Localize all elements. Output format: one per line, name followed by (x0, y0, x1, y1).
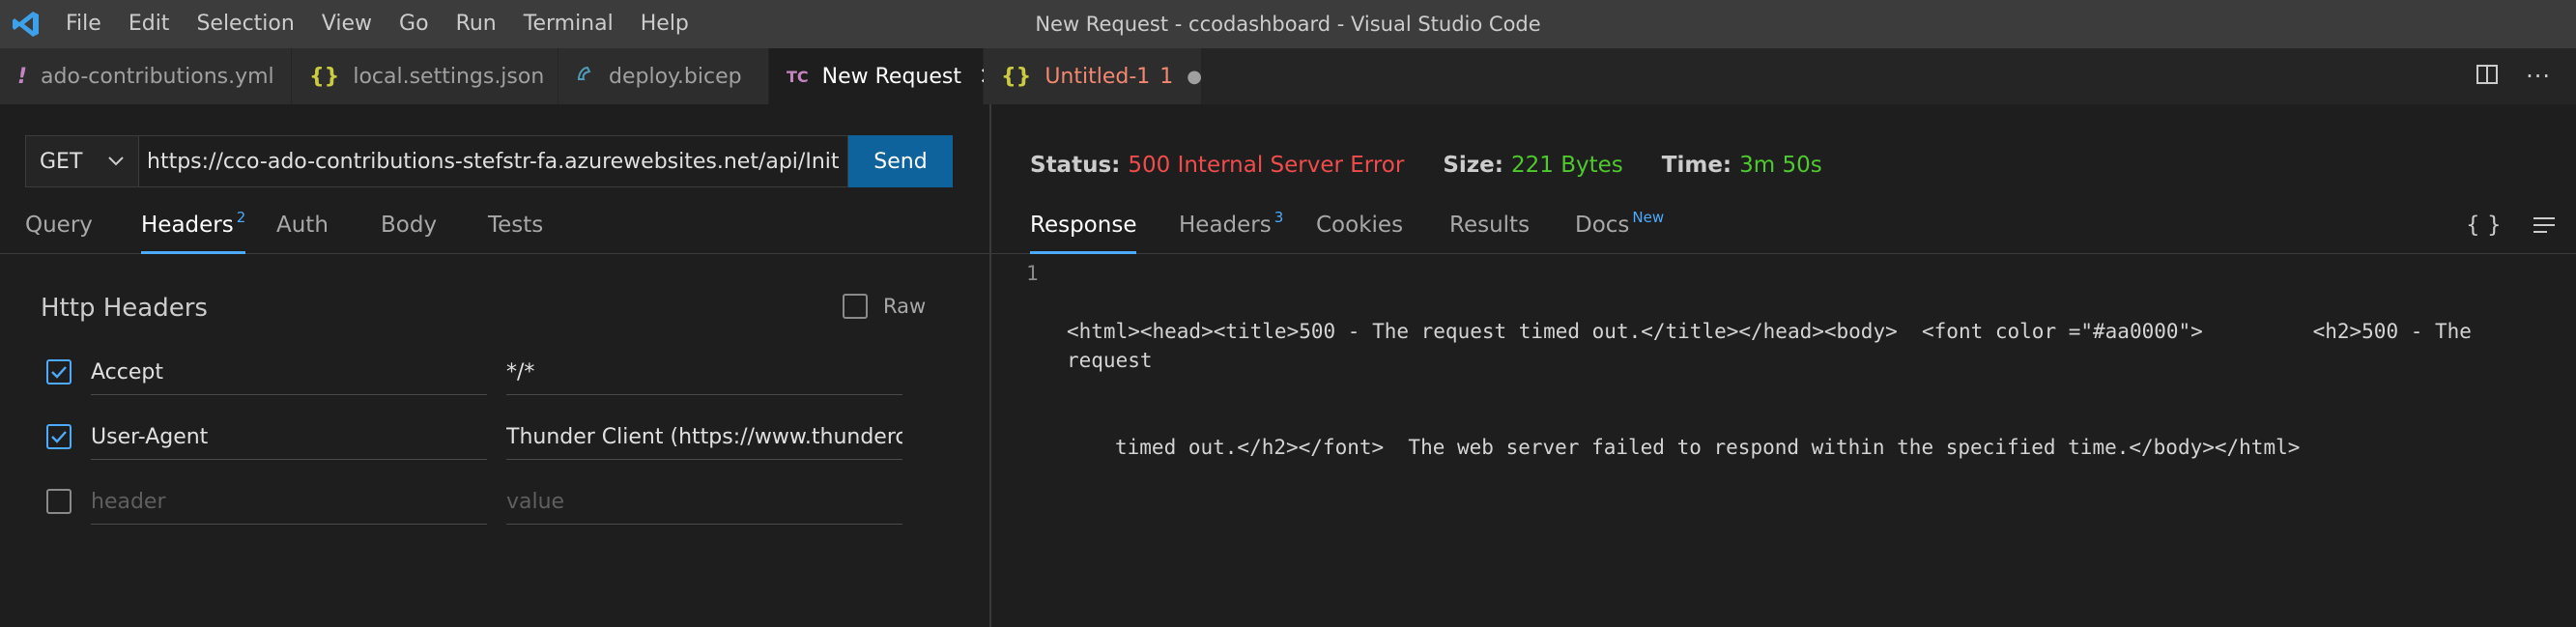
header-enabled-checkbox[interactable] (46, 359, 72, 385)
word-wrap-icon[interactable] (2532, 213, 2557, 253)
request-tabs: Query Headers 2 Auth Body Tests (0, 209, 989, 254)
tab-ado-contributions[interactable]: ! ado-contributions.yml (0, 48, 292, 104)
new-header-row: header value (46, 481, 906, 525)
json-file-icon: {} (309, 64, 340, 89)
header-enabled-checkbox[interactable] (46, 489, 72, 514)
tab-query[interactable]: Query (25, 213, 93, 253)
header-value-input[interactable]: value (506, 481, 902, 525)
tab-body[interactable]: Body (381, 213, 437, 253)
send-button[interactable]: Send (848, 135, 953, 187)
yaml-file-icon: ! (17, 64, 28, 89)
header-key-input[interactable]: Accept (91, 352, 487, 395)
tab-untitled-1[interactable]: {} Untitled-1 1 ● (984, 48, 1202, 104)
tab-label: New Request (821, 64, 961, 89)
new-badge: New (1632, 209, 1665, 226)
tab-tests[interactable]: Tests (488, 213, 543, 253)
response-code-line: <html><head><title>500 - The request tim… (1067, 259, 2560, 520)
tab-label: Untitled-1 (1045, 64, 1151, 89)
tab-label: deploy.bicep (609, 64, 742, 89)
tab-auth[interactable]: Auth (276, 213, 329, 253)
method-value: GET (40, 149, 83, 174)
response-headers-count-badge: 3 (1274, 209, 1284, 226)
menu-run[interactable]: Run (443, 0, 510, 48)
method-select[interactable]: GET (25, 135, 139, 187)
tab-results[interactable]: Results (1449, 213, 1530, 253)
tab-local-settings[interactable]: {} local.settings.json (292, 48, 558, 104)
tab-label: local.settings.json (353, 64, 545, 89)
format-braces-icon[interactable]: { } (2466, 213, 2502, 253)
response-tabs: Response Headers 3 Cookies Results Docs Ne… (991, 209, 2576, 254)
tab-headers-label: Headers (141, 213, 234, 238)
more-actions-icon[interactable]: ··· (2526, 63, 2551, 90)
menu-edit[interactable]: Edit (115, 0, 184, 48)
tab-docs[interactable]: Docs New (1575, 209, 1664, 253)
response-pane: Status: 500 Internal Server Error Size: … (991, 104, 2576, 627)
tab-response[interactable]: Response (1030, 213, 1137, 254)
menu-bar: File Edit Selection View Go Run Terminal… (52, 0, 702, 48)
tab-docs-label: Docs (1575, 213, 1630, 238)
bicep-file-icon (576, 64, 595, 89)
header-row: User-Agent Thunder Client (https://www.t… (46, 416, 906, 460)
menu-file[interactable]: File (52, 0, 115, 48)
tab-label: ado-contributions.yml (41, 64, 274, 89)
menu-selection[interactable]: Selection (183, 0, 307, 48)
header-value-input[interactable]: */* (506, 352, 902, 395)
editor-tab-bar: ! ado-contributions.yml {} local.setting… (0, 48, 2576, 104)
menu-go[interactable]: Go (386, 0, 443, 48)
tab-response-headers-label: Headers (1179, 213, 1272, 238)
title-bar: File Edit Selection View Go Run Terminal… (0, 0, 2576, 48)
header-value-input[interactable]: Thunder Client (https://www.thunderclien… (506, 416, 902, 460)
size-value: 221 Bytes (1511, 153, 1623, 178)
status-label: Status: (1030, 153, 1121, 178)
tab-deploy-bicep[interactable]: deploy.bicep (558, 48, 769, 104)
vscode-logo-icon[interactable] (0, 0, 52, 48)
raw-checkbox[interactable] (843, 294, 868, 319)
thunder-client-icon: TC (787, 67, 809, 86)
split-editor-icon[interactable] (2476, 63, 2499, 90)
checkmark-icon (51, 366, 67, 379)
header-key-input[interactable]: User-Agent (91, 416, 487, 460)
json-file-icon: {} (1001, 64, 1032, 89)
header-key-input[interactable]: header (91, 481, 487, 525)
status-value: 500 Internal Server Error (1128, 153, 1405, 178)
checkmark-icon (51, 431, 67, 443)
section-title: Http Headers (41, 294, 208, 323)
time-value: 3m 50s (1739, 153, 1822, 178)
tab-cookies[interactable]: Cookies (1316, 213, 1403, 253)
size-label: Size: (1443, 153, 1503, 178)
line-number: 1 (1026, 262, 1039, 285)
tab-new-request[interactable]: TC New Request ✕ (769, 48, 998, 104)
tab-response-headers[interactable]: Headers 3 (1179, 209, 1283, 253)
raw-toggle[interactable]: Raw (843, 294, 926, 319)
header-enabled-checkbox[interactable] (46, 424, 72, 449)
headers-count-badge: 2 (236, 209, 246, 226)
response-code-text: <html><head><title>500 - The request tim… (1067, 320, 2484, 372)
menu-terminal[interactable]: Terminal (510, 0, 627, 48)
request-pane: GET Send Query Headers2 Auth Body Tests … (0, 104, 989, 627)
chevron-down-icon (105, 150, 127, 177)
unsaved-dot-icon[interactable]: ● (1187, 67, 1202, 87)
response-status-line: Status: 500 Internal Server Error Size: … (1030, 153, 1822, 178)
response-code-text-wrapped: timed out.</h2></font> The web server fa… (1115, 436, 2301, 459)
time-label: Time: (1661, 153, 1732, 178)
header-row: Accept */* (46, 352, 906, 395)
raw-label: Raw (883, 295, 927, 318)
url-input[interactable] (139, 135, 848, 187)
menu-view[interactable]: View (308, 0, 386, 48)
problem-count-badge: 1 (1159, 64, 1174, 89)
tab-headers[interactable]: Headers 2 (141, 209, 246, 254)
menu-help[interactable]: Help (627, 0, 702, 48)
